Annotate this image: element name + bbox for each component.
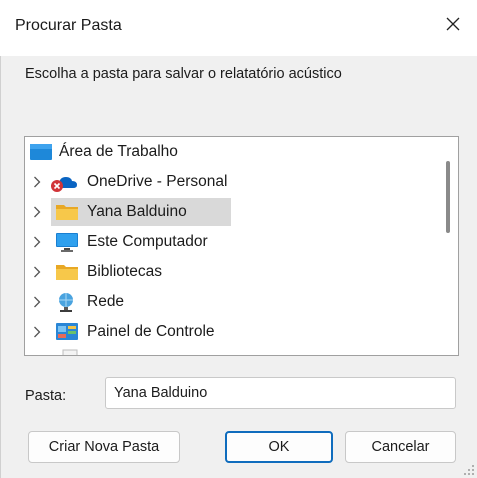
title-bar: Procurar Pasta <box>0 0 477 56</box>
tree-item-user-folder[interactable]: Yana Balduino <box>25 197 433 227</box>
tree-item-partial <box>25 347 433 355</box>
tree-item-label: Yana Balduino <box>87 203 187 220</box>
chevron-right-icon[interactable] <box>31 227 43 257</box>
chevron-right-icon[interactable] <box>31 317 43 347</box>
tree-item-control-panel[interactable]: Painel de Controle <box>25 317 433 347</box>
control-panel-icon <box>56 323 78 340</box>
onedrive-error-icon <box>51 177 77 192</box>
tree-item-this-pc[interactable]: Este Computador <box>25 227 433 257</box>
resize-grip-icon[interactable] <box>461 462 475 476</box>
tree-item-libraries[interactable]: Bibliotecas <box>25 257 433 287</box>
tree-item-network[interactable]: Rede <box>25 287 433 317</box>
ok-button[interactable]: OK <box>225 431 333 463</box>
tree-item-onedrive[interactable]: OneDrive - Personal <box>25 167 433 197</box>
tree-item-label: Este Computador <box>87 233 208 250</box>
computer-icon <box>56 233 78 252</box>
chevron-right-icon[interactable] <box>31 197 43 227</box>
tree-item-label: OneDrive - Personal <box>87 173 228 190</box>
folder-icon <box>56 205 78 220</box>
tree-item-label: Bibliotecas <box>87 263 162 280</box>
document-icon <box>62 349 78 355</box>
desktop-icon <box>30 144 52 160</box>
folder-name-input[interactable] <box>105 377 456 409</box>
chevron-right-icon[interactable] <box>31 257 43 287</box>
instruction-text: Escolha a pasta para salvar o relatatóri… <box>25 66 342 82</box>
libraries-icon <box>56 265 78 280</box>
network-icon <box>59 293 73 312</box>
chevron-right-icon[interactable] <box>31 287 43 317</box>
tree-item-label: Área de Trabalho <box>59 143 178 160</box>
window-border <box>0 56 1 478</box>
cancel-button[interactable]: Cancelar <box>345 431 456 463</box>
window-title: Procurar Pasta <box>15 17 122 34</box>
chevron-right-icon[interactable] <box>31 167 43 197</box>
folder-field-label: Pasta: <box>25 388 67 404</box>
tree-item-label: Painel de Controle <box>87 323 215 340</box>
folder-tree[interactable]: Área de Trabalho OneDrive - Personal Yan… <box>24 136 459 356</box>
tree-item-desktop[interactable]: Área de Trabalho <box>25 137 433 167</box>
tree-item-label: Rede <box>87 293 125 310</box>
close-icon <box>446 17 460 31</box>
new-folder-button[interactable]: Criar Nova Pasta <box>28 431 180 463</box>
scroll-thumb[interactable] <box>446 161 450 233</box>
close-button[interactable] <box>433 6 473 42</box>
tree-scrollbar[interactable] <box>433 137 458 355</box>
